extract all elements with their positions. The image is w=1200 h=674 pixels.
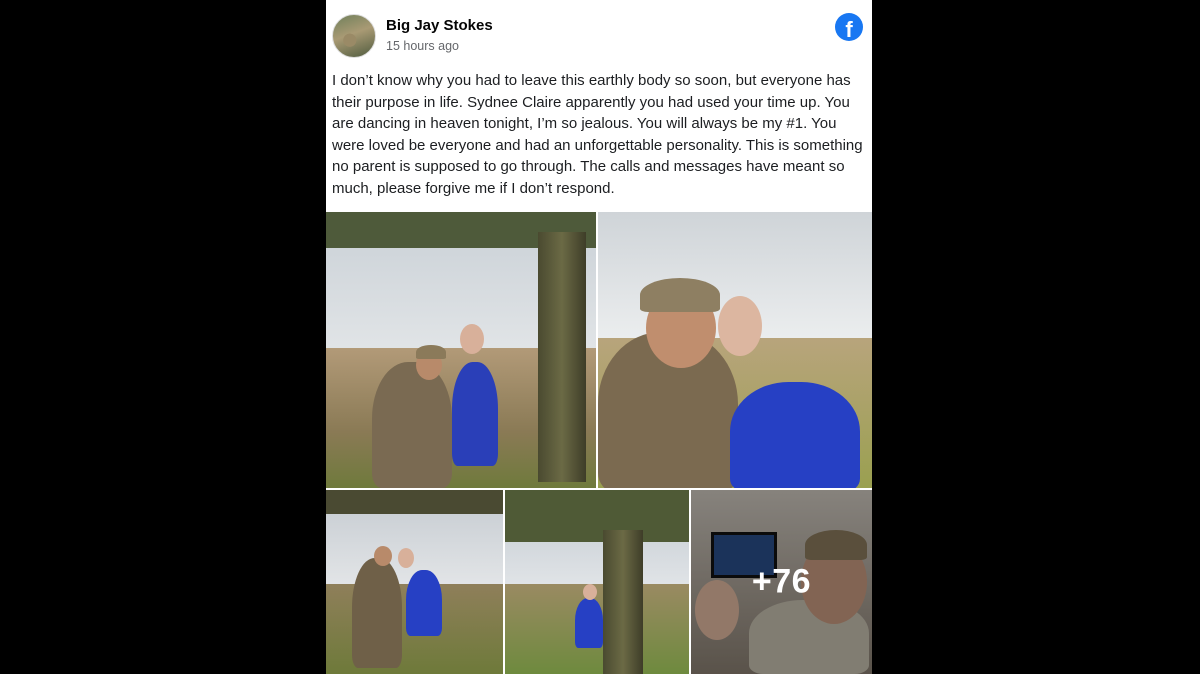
more-photos-count[interactable]: +76 xyxy=(752,563,811,602)
post-caption: I don’t know why you had to leave this e… xyxy=(332,72,863,197)
photo-3[interactable] xyxy=(326,490,503,674)
post-timestamp[interactable]: 15 hours ago xyxy=(386,39,459,53)
more-photos-overlay[interactable]: +76 xyxy=(691,490,872,674)
photo-5-more[interactable]: +76 xyxy=(691,490,872,674)
facebook-post-card: Big Jay Stokes 15 hours ago f I don’t kn… xyxy=(326,0,872,674)
author-avatar[interactable] xyxy=(332,14,376,58)
facebook-icon: f xyxy=(835,13,863,41)
photo-4[interactable] xyxy=(505,490,689,674)
post-header: Big Jay Stokes 15 hours ago f xyxy=(326,0,872,66)
photo-2[interactable] xyxy=(598,212,872,488)
author-name[interactable]: Big Jay Stokes xyxy=(386,17,493,34)
photo-1[interactable] xyxy=(326,212,596,488)
